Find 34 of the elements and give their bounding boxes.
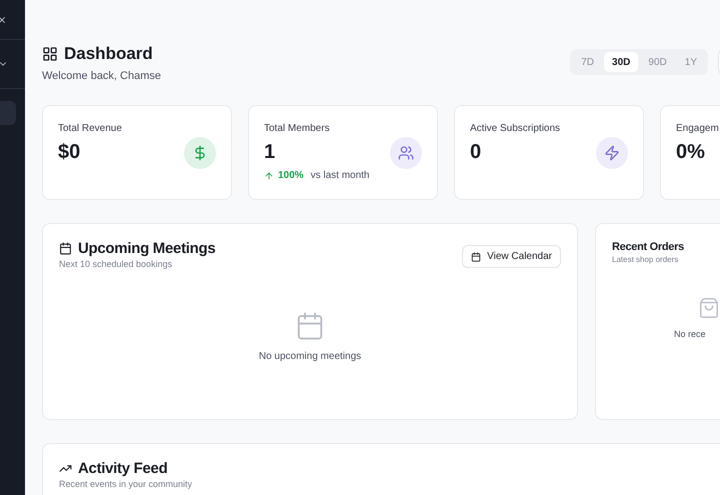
- calendar-icon: [295, 310, 325, 340]
- card-title: Activity Feed: [78, 460, 168, 477]
- page-title: Dashboard: [64, 44, 153, 64]
- card-subtitle: Next 10 scheduled bookings: [59, 259, 174, 269]
- welcome-text: Welcome back, Chamse: [42, 70, 162, 82]
- arrow-up-icon: [264, 170, 274, 180]
- users-icon: [398, 144, 414, 160]
- stat-label: Total Revenue: [58, 123, 122, 134]
- stat-value: 0%: [676, 141, 706, 164]
- calendar-icon: [471, 252, 482, 262]
- change-note: vs last month: [310, 170, 370, 181]
- range-tab[interactable]: 90D: [640, 52, 675, 72]
- stat-label: Total Members: [264, 123, 331, 134]
- stat-label: Active Subscriptions: [470, 123, 560, 134]
- calendar-icon: [59, 242, 72, 255]
- empty-message: No upcoming meetings: [258, 350, 362, 362]
- range-tab[interactable]: 7D: [573, 52, 602, 72]
- stat-value: 1: [264, 141, 276, 164]
- stat-value: $0: [58, 141, 82, 164]
- stat-label: Engagem: [676, 123, 719, 134]
- card-title: Recent Orders: [612, 241, 685, 253]
- lightning-icon: [604, 144, 620, 160]
- stat-value: 0: [470, 141, 482, 164]
- card-title: Upcoming Meetings: [78, 240, 216, 257]
- card-subtitle: Latest shop orders: [612, 255, 680, 264]
- close-icon: [0, 14, 7, 24]
- range-tab[interactable]: 30D: [604, 52, 638, 72]
- bag-icon: [698, 297, 720, 319]
- change-percent: 100%: [278, 170, 304, 181]
- card-subtitle: Recent events in your community: [59, 479, 194, 489]
- dashboard-grid-icon: [42, 46, 58, 62]
- empty-message: No rece: [674, 329, 706, 339]
- range-tab[interactable]: 1Y: [676, 52, 705, 72]
- view-calendar-button[interactable]: View Calendar: [462, 245, 561, 268]
